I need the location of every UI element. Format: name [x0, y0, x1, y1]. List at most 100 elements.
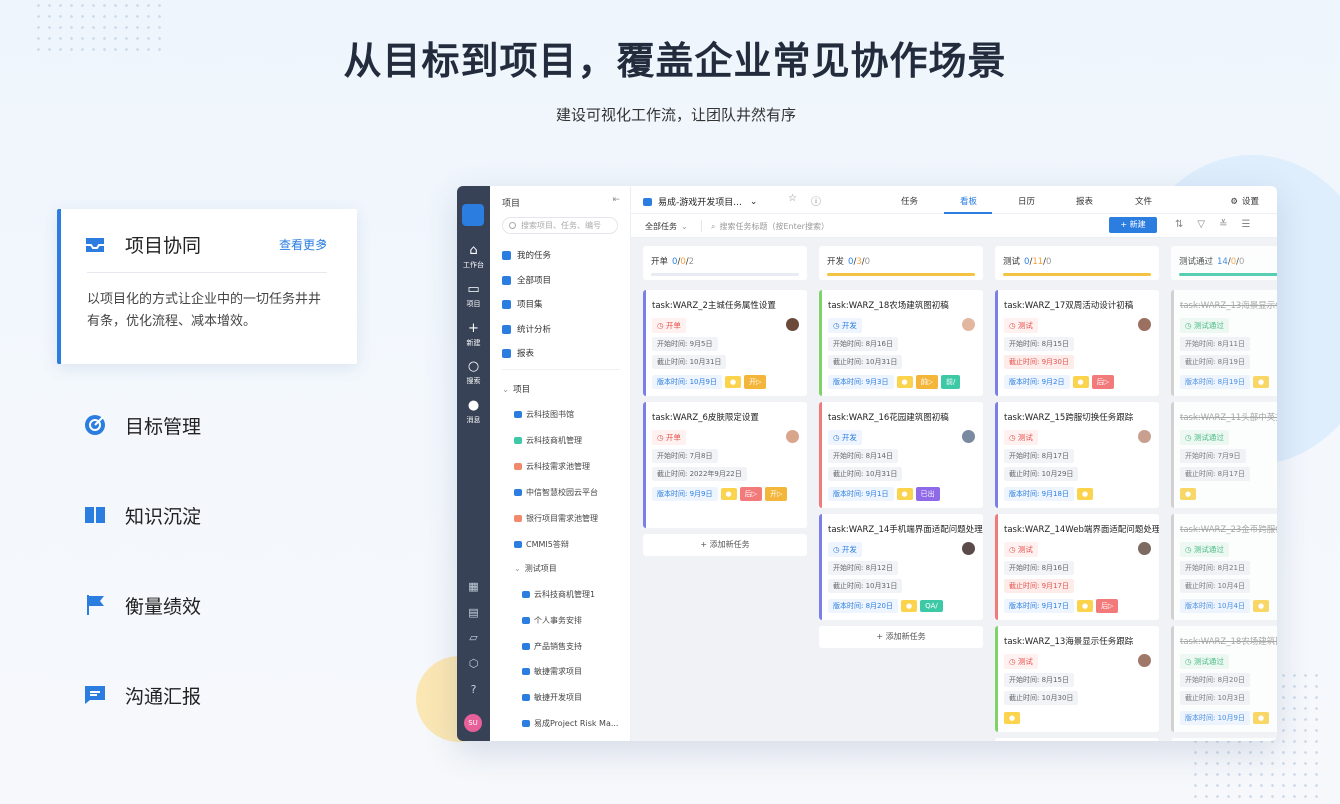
sidebar-project[interactable]: 敏捷需求项目 — [522, 666, 582, 677]
feature-project-collab[interactable]: 项目协同 查看更多 › 以项目化的方式让企业中的一切任务井井有条，优化流程、减本… — [57, 209, 357, 364]
tab-reports[interactable]: 报表 — [1076, 195, 1093, 207]
chevron-right-icon: › — [321, 235, 327, 250]
add-task-button[interactable]: + 添加新任务 — [643, 534, 807, 556]
sidebar-project[interactable]: 云科技需求池管理 — [514, 461, 590, 472]
assignee-avatar[interactable] — [1138, 654, 1151, 667]
start-date-field: 开始时间: 8月20日 — [1180, 673, 1250, 687]
divider — [502, 369, 620, 370]
add-task-button[interactable]: + 添加新任务 — [819, 626, 983, 648]
task-card[interactable]: task:WARZ_6皮肤限定设置 ◷ 开单 开始时间: 7月8日 截止时间: 202… — [643, 402, 807, 528]
assignee-avatar[interactable] — [786, 318, 799, 331]
feature-knowledge[interactable]: 知识沉淀 — [57, 500, 357, 530]
tag-row: 版本时间: 9月3日 ● 前▷ 前/ — [828, 369, 983, 389]
task-card[interactable]: task:WARZ_15跨服切换任务跟踪 ◷ 测试 开始时间: 8月17日 截止时间:… — [995, 402, 1159, 508]
sidebar-project[interactable]: 银行项目需求池管理 — [514, 513, 598, 524]
assignee-avatar[interactable] — [962, 430, 975, 443]
sidebar-group-projects[interactable]: ⌄ 项目 — [502, 383, 530, 395]
assignee-avatar[interactable] — [962, 542, 975, 555]
sidebar-item-all-projects[interactable]: 全部项目 — [502, 274, 551, 286]
rail-workbench[interactable]: ⌂ 工作台 — [457, 244, 490, 270]
priority-icon: ● — [1072, 376, 1089, 388]
sidebar-project[interactable]: 云科技图书馆 — [514, 409, 574, 420]
sidebar-project[interactable]: 中信智慧校园云平台 — [514, 487, 598, 498]
cube-icon[interactable]: ⬡ — [457, 657, 490, 670]
folder-icon[interactable]: ▱ — [457, 631, 490, 644]
tab-tasks[interactable]: 任务 — [901, 195, 918, 207]
sidebar-group-test[interactable]: ⌄ 测试项目 — [514, 563, 557, 574]
column-title: 测试通过 — [1179, 257, 1214, 267]
info-icon[interactable]: ⓘ — [811, 193, 821, 208]
feature-report[interactable]: 沟通汇报 — [57, 680, 357, 710]
filter-icon[interactable]: ▽ — [1197, 219, 1219, 230]
status-badge: ◷ 测试 — [1004, 542, 1038, 557]
stack-icon — [502, 299, 511, 309]
task-card[interactable]: task:WARZ_2主城任务属性设置 ◷ 开单 开始时间: 9月5日 截止时间: 1… — [643, 290, 807, 396]
sidebar-item-project-sets[interactable]: 项目集 — [502, 298, 543, 310]
rail-project[interactable]: ▭ 项目 — [457, 283, 490, 309]
star-icon[interactable]: ☆ — [788, 193, 797, 204]
tab-board[interactable]: 看板 — [960, 195, 977, 207]
add-task-button[interactable]: + 添加新任务 — [995, 738, 1159, 741]
sidebar-item-statistics[interactable]: 统计分析 — [502, 323, 551, 335]
sidebar-project[interactable]: CMMI5答辩 — [514, 539, 569, 550]
task-card[interactable]: task:WARZ_13海景显示任务 ◷ 测试通过开始时间: 8月11日截止时间:… — [1171, 290, 1277, 396]
priority-icon: ● — [1180, 488, 1197, 500]
home-icon: ⌂ — [469, 243, 478, 258]
task-card[interactable]: task:WARZ_11头部中英文翻 ◷ 测试通过开始时间: 7月9日截止时间: … — [1171, 402, 1277, 508]
settings-button[interactable]: ⚙ 设置 — [1230, 195, 1259, 207]
avatar[interactable]: SU — [464, 714, 482, 732]
status-badge: ◷ 测试 — [1004, 654, 1038, 669]
sidebar-project[interactable]: 云科技商机管理1 — [522, 589, 595, 600]
assignee-avatar[interactable] — [1138, 318, 1151, 331]
status-badge: ◷ 开单 — [652, 430, 686, 445]
sidebar-search-input[interactable]: 搜索项目、任务、编号 — [502, 217, 618, 234]
assignee-avatar[interactable] — [1138, 542, 1151, 555]
rail-new[interactable]: + 新建 — [457, 322, 490, 348]
task-card[interactable]: task:WARZ_18农场建筑图 ◷ 测试通过 开始时间: 8月20日 截止时间: … — [1171, 626, 1277, 732]
sort-icon[interactable]: ⇅ — [1175, 219, 1197, 230]
task-card[interactable]: task:WARZ_16花园建筑图初稿 ◷ 开发 开始时间: 8月14日 截止时间: … — [819, 402, 983, 508]
view-more-link[interactable]: 查看更多 — [279, 236, 327, 253]
column-progress-bar — [651, 273, 799, 276]
task-card[interactable]: task:WARZ_13海景显示任务跟踪 ◷ 测试 开始时间: 8月15日 截止时间:… — [995, 626, 1159, 732]
sidebar-project[interactable]: 易成Project Risk Ma... — [522, 718, 618, 729]
task-search-input[interactable]: ⌕ 搜索任务标题（按Enter搜索） — [711, 221, 829, 232]
task-filter-select[interactable]: 全部任务 ⌄ — [645, 221, 688, 232]
task-card[interactable]: task:WARZ_17双周活动设计初稿 ◷ 测试 开始时间: 8月15日 截止时间:… — [995, 290, 1159, 396]
task-card[interactable]: task:WARZ_14手机端界面适配问题处理 ◷ 开发 开始时间: 8月12日 截止… — [819, 514, 983, 620]
date-icon[interactable]: ▤ — [457, 606, 490, 619]
sidebar-project[interactable]: 云科技商机管理 — [514, 435, 582, 446]
sidebar-item-my-tasks[interactable]: 我的任务 — [502, 249, 551, 261]
feature-performance[interactable]: 衡量绩效 — [57, 590, 357, 620]
tab-calendar[interactable]: 日历 — [1018, 195, 1035, 207]
sidebar-project[interactable]: 个人事务安排 — [522, 615, 582, 626]
project-icon — [514, 437, 522, 444]
calendar-icon[interactable]: ▦ — [457, 580, 490, 593]
help-icon[interactable]: ? — [457, 683, 490, 696]
assignee-avatar[interactable] — [1138, 430, 1151, 443]
task-title: task:WARZ_18农场建筑图初稿 — [828, 301, 949, 311]
assignee-avatar[interactable] — [786, 430, 799, 443]
sidebar-item-reports[interactable]: 报表 — [502, 347, 534, 359]
new-task-button[interactable]: + 新建 — [1109, 217, 1157, 233]
tab-files[interactable]: 文件 — [1135, 195, 1152, 207]
task-card[interactable]: task:WARZ_23金币跨服使用 ◷ 测试通过开始时间: 8月21日截止时间:… — [1171, 514, 1277, 620]
assignee-avatar[interactable] — [962, 318, 975, 331]
feature-goal[interactable]: 目标管理 — [57, 410, 357, 440]
chevron-down-icon: ⌄ — [502, 385, 510, 395]
stage-tag: 后▷ — [1091, 375, 1114, 389]
add-task-button[interactable]: + 添加新任务 — [1171, 738, 1277, 741]
collapse-icon[interactable]: ⇤ — [612, 195, 620, 205]
list-view-icon[interactable]: ☰ — [1241, 219, 1264, 230]
chat-icon — [85, 686, 105, 704]
project-selector[interactable]: 易成-游戏开发项目... ⌄ — [643, 195, 757, 208]
sidebar-project[interactable]: 产品销售支持 — [522, 641, 582, 652]
sidebar-project[interactable]: 敏捷开发项目 — [522, 692, 582, 703]
adjust-icon[interactable]: ≚ — [1219, 219, 1241, 230]
task-card[interactable]: task:WARZ_18农场建筑图初稿 ◷ 开发 开始时间: 8月16日 截止时间: … — [819, 290, 983, 396]
rail-search[interactable]: ○ 搜索 — [457, 360, 490, 386]
start-date-field: 开始时间: 8月15日 — [1004, 673, 1074, 687]
rail-message[interactable]: ● 消息 — [457, 399, 490, 425]
task-title: task:WARZ_18农场建筑图 — [1180, 637, 1277, 647]
task-card[interactable]: task:WARZ_14Web端界面适配问题处理 ◷ 测试 开始时间: 8月16日截… — [995, 514, 1159, 620]
